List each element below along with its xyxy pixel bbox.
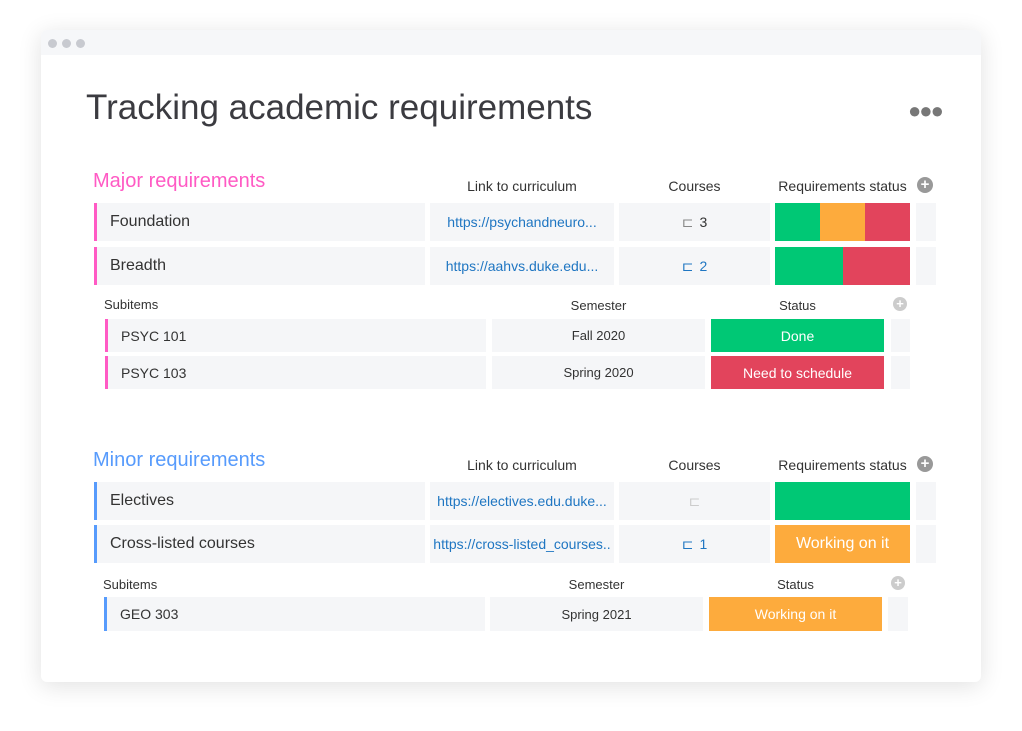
status-label-working-on-it[interactable]: Working on it bbox=[775, 525, 910, 563]
subitems-header: Subitems bbox=[104, 297, 159, 312]
window-titlebar bbox=[41, 30, 981, 55]
link-cell[interactable]: https://cross-listed_courses.. bbox=[430, 525, 614, 563]
column-header-courses: Courses bbox=[668, 457, 721, 473]
subitems-icon: ⊏ bbox=[681, 535, 694, 552]
page-title: Tracking academic requirements bbox=[86, 88, 593, 127]
courses-cell[interactable]: ⊏ bbox=[619, 482, 770, 520]
status-segment-stuck bbox=[865, 203, 910, 241]
window-dot bbox=[62, 39, 71, 48]
courses-cell[interactable]: ⊏ 1 bbox=[619, 525, 770, 563]
subitem-name[interactable]: PSYC 103 bbox=[105, 356, 486, 389]
item-row-name[interactable]: Electives bbox=[94, 482, 425, 520]
subitems-icon: ⊏ bbox=[681, 213, 694, 230]
status-distribution-bar[interactable] bbox=[775, 482, 910, 520]
empty-cell bbox=[891, 356, 910, 389]
window-dot bbox=[76, 39, 85, 48]
semester-cell[interactable]: Spring 2020 bbox=[492, 356, 705, 389]
column-header-status: Requirements status bbox=[778, 457, 907, 473]
empty-cell bbox=[888, 597, 908, 631]
add-column-icon[interactable]: + bbox=[917, 177, 933, 193]
column-header-link: Link to curriculum bbox=[467, 178, 577, 194]
group-title-minor[interactable]: Minor requirements bbox=[93, 449, 265, 472]
column-header-sub-status: Status bbox=[777, 577, 814, 592]
column-header-sub-status: Status bbox=[779, 298, 816, 313]
column-header-semester: Semester bbox=[570, 298, 627, 313]
semester-cell[interactable]: Spring 2021 bbox=[490, 597, 703, 631]
link-cell[interactable]: https://aahvs.duke.edu... bbox=[430, 247, 614, 285]
status-segment-stuck bbox=[842, 247, 910, 285]
add-column-icon[interactable]: + bbox=[917, 456, 933, 472]
status-segment-working bbox=[819, 203, 866, 241]
link-cell[interactable]: https://psychandneuro... bbox=[430, 203, 614, 241]
item-row-name[interactable]: Foundation bbox=[94, 203, 425, 241]
empty-cell bbox=[916, 482, 936, 520]
status-label-need-to-schedule[interactable]: Need to schedule bbox=[711, 356, 884, 389]
empty-cell bbox=[916, 247, 936, 285]
group-title-major[interactable]: Major requirements bbox=[93, 170, 265, 193]
status-distribution-bar[interactable] bbox=[775, 203, 910, 241]
window-dot bbox=[48, 39, 57, 48]
link-cell[interactable]: https://electives.edu.duke... bbox=[430, 482, 614, 520]
status-segment-done bbox=[775, 203, 820, 241]
semester-cell[interactable]: Fall 2020 bbox=[492, 319, 705, 352]
status-segment-done bbox=[775, 482, 910, 520]
courses-cell[interactable]: ⊏ 2 bbox=[619, 247, 770, 285]
add-subitem-column-icon[interactable]: + bbox=[893, 297, 907, 311]
subitem-name[interactable]: GEO 303 bbox=[104, 597, 485, 631]
more-options-icon[interactable]: ●●● bbox=[908, 98, 944, 124]
item-row-name[interactable]: Cross-listed courses bbox=[94, 525, 425, 563]
subitems-icon: ⊏ bbox=[688, 492, 701, 509]
column-header-semester: Semester bbox=[568, 577, 625, 592]
subitems-icon: ⊏ bbox=[681, 257, 694, 274]
empty-cell bbox=[916, 203, 936, 241]
status-label-done[interactable]: Done bbox=[711, 319, 884, 352]
subitem-name[interactable]: PSYC 101 bbox=[105, 319, 486, 352]
column-header-status: Requirements status bbox=[778, 178, 907, 194]
status-label-working-on-it[interactable]: Working on it bbox=[709, 597, 882, 631]
courses-cell[interactable]: ⊏ 3 bbox=[619, 203, 770, 241]
subitems-header: Subitems bbox=[103, 577, 158, 592]
status-segment-done bbox=[775, 247, 843, 285]
column-header-link: Link to curriculum bbox=[467, 457, 577, 473]
status-distribution-bar[interactable] bbox=[775, 247, 910, 285]
column-header-courses: Courses bbox=[668, 178, 721, 194]
item-row-name[interactable]: Breadth bbox=[94, 247, 425, 285]
empty-cell bbox=[891, 319, 910, 352]
empty-cell bbox=[916, 525, 936, 563]
add-subitem-column-icon[interactable]: + bbox=[891, 576, 905, 590]
